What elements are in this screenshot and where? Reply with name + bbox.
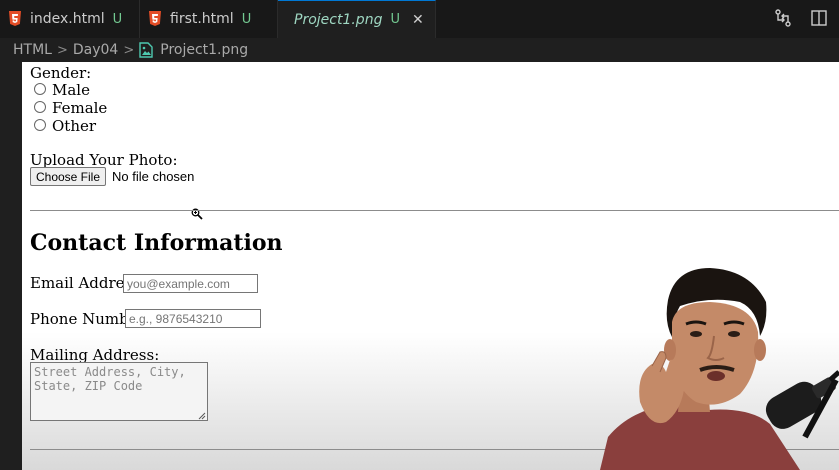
compare-changes-icon[interactable] [773, 8, 793, 28]
tab-label: first.html [170, 11, 234, 27]
html5-icon [9, 11, 21, 26]
tab-label: Project1.png [294, 11, 383, 28]
radio-label-female: Female [52, 99, 108, 117]
tab-first-html[interactable]: first.html U [140, 0, 278, 38]
breadcrumb-item[interactable]: Project1.png [160, 42, 248, 58]
mailing-address-textarea[interactable]: Street Address, City, State, ZIP Code [30, 362, 208, 421]
git-status-badge: U [390, 12, 400, 27]
close-icon[interactable]: ✕ [412, 12, 424, 28]
choose-file-button[interactable]: Choose File [30, 167, 106, 186]
tab-project1-png[interactable]: Project1.png U ✕ [278, 0, 436, 38]
email-input[interactable] [123, 274, 258, 293]
resize-grip-icon[interactable] [198, 412, 206, 420]
git-status-badge: U [112, 11, 123, 27]
gender-label: Gender: [30, 64, 92, 82]
split-editor-icon[interactable] [809, 8, 829, 28]
chevron-right-icon: > [56, 42, 68, 58]
radio-label-male: Male [52, 81, 90, 99]
divider [30, 210, 839, 211]
tab-index-html[interactable]: index.html U [0, 0, 140, 38]
presenter-webcam [600, 268, 839, 470]
radio-other[interactable] [34, 119, 46, 131]
breadcrumb-item[interactable]: Day04 [73, 42, 118, 58]
radio-male[interactable] [34, 83, 46, 95]
radio-label-other: Other [52, 117, 97, 135]
breadcrumb: HTML > Day04 > Project1.png [0, 38, 839, 62]
git-status-badge: U [241, 11, 252, 27]
chevron-right-icon: > [123, 42, 135, 58]
phone-input[interactable] [125, 309, 261, 328]
tab-label: index.html [30, 11, 105, 27]
breadcrumb-item[interactable]: HTML [13, 42, 52, 58]
radio-female[interactable] [34, 101, 46, 113]
contact-heading: Contact Information [30, 230, 283, 256]
editor-actions [773, 8, 829, 28]
file-status-text: No file chosen [112, 169, 195, 184]
editor-tab-bar: index.html U first.html U Project1.png U… [0, 0, 839, 39]
image-icon [139, 42, 153, 58]
html5-icon [149, 11, 161, 26]
